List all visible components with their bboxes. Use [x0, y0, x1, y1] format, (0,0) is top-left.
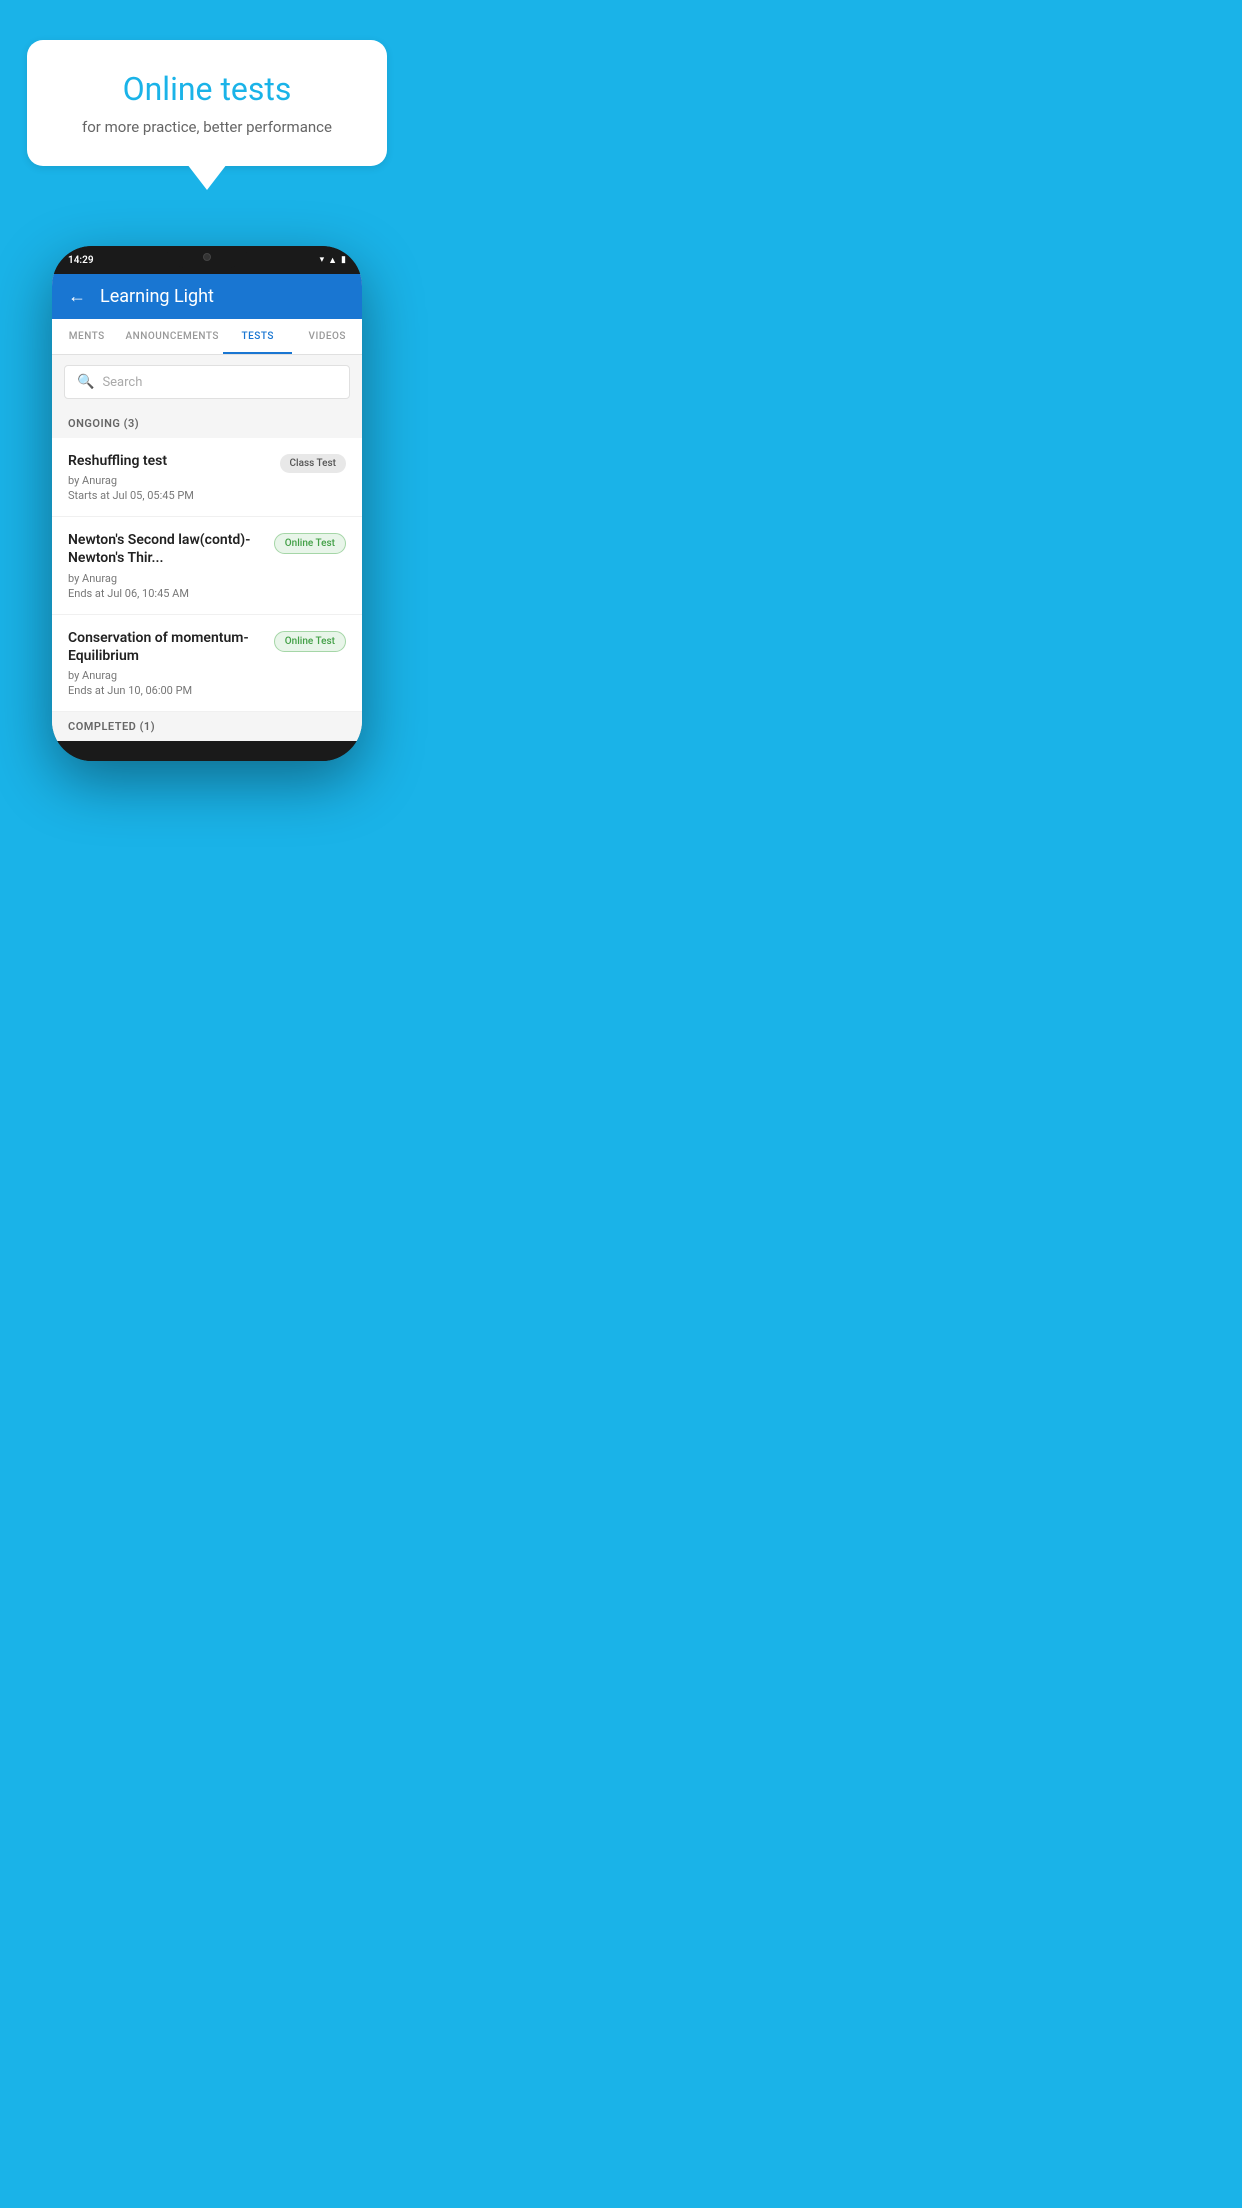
test-badge-online: Online Test [274, 533, 346, 554]
promo-area: Online tests for more practice, better p… [0, 0, 414, 186]
tab-ments[interactable]: MENTS [52, 319, 122, 354]
search-input[interactable]: Search [102, 375, 142, 390]
test-author: by Anurag [68, 474, 270, 487]
bubble-subtitle: for more practice, better performance [67, 118, 347, 136]
tab-tests[interactable]: TESTS [223, 319, 293, 354]
test-date: Ends at Jul 06, 10:45 AM [68, 587, 264, 600]
test-item[interactable]: Reshuffling test by Anurag Starts at Jul… [52, 438, 362, 517]
test-item[interactable]: Conservation of momentum-Equilibrium by … [52, 615, 362, 712]
search-icon: 🔍 [77, 374, 94, 390]
battery-icon: ▮ [341, 255, 346, 265]
phone-bottom [52, 741, 362, 761]
test-badge-online: Online Test [274, 631, 346, 652]
test-date: Ends at Jun 10, 06:00 PM [68, 684, 264, 697]
test-name: Conservation of momentum-Equilibrium [68, 629, 264, 665]
ongoing-section-header: ONGOING (3) [52, 409, 362, 438]
test-date: Starts at Jul 05, 05:45 PM [68, 489, 270, 502]
app-header: ← Learning Light [52, 274, 362, 319]
test-name: Newton's Second law(contd)-Newton's Thir… [68, 531, 264, 567]
tab-videos[interactable]: VIDEOS [292, 319, 362, 354]
test-author: by Anurag [68, 572, 264, 585]
test-name: Reshuffling test [68, 452, 270, 470]
back-button[interactable]: ← [68, 286, 86, 307]
status-time: 14:29 [68, 255, 94, 266]
test-info: Conservation of momentum-Equilibrium by … [68, 629, 274, 697]
bubble-title: Online tests [67, 70, 347, 108]
test-info: Newton's Second law(contd)-Newton's Thir… [68, 531, 274, 599]
test-author: by Anurag [68, 669, 264, 682]
phone-screen: ← Learning Light MENTS ANNOUNCEMENTS TES… [52, 274, 362, 741]
status-icons: ▾ ▲ ▮ [320, 255, 346, 266]
phone: 14:29 ▾ ▲ ▮ ← Learning Light MENTS [52, 246, 362, 761]
phone-notch [167, 246, 247, 268]
phone-wrapper: 14:29 ▾ ▲ ▮ ← Learning Light MENTS [0, 246, 414, 761]
wifi-icon: ▾ [320, 255, 325, 265]
tab-announcements[interactable]: ANNOUNCEMENTS [122, 319, 223, 354]
completed-section-header: COMPLETED (1) [52, 712, 362, 741]
status-bar: 14:29 ▾ ▲ ▮ [52, 246, 362, 274]
test-info: Reshuffling test by Anurag Starts at Jul… [68, 452, 280, 502]
test-badge-class: Class Test [280, 454, 346, 473]
speech-bubble: Online tests for more practice, better p… [27, 40, 387, 166]
search-input-wrapper[interactable]: 🔍 Search [64, 365, 350, 399]
search-bar: 🔍 Search [52, 355, 362, 409]
signal-icon: ▲ [328, 255, 337, 266]
camera-dot [203, 253, 211, 261]
app-title: Learning Light [100, 286, 214, 307]
test-list: Reshuffling test by Anurag Starts at Jul… [52, 438, 362, 712]
tabs-bar: MENTS ANNOUNCEMENTS TESTS VIDEOS [52, 319, 362, 355]
test-item[interactable]: Newton's Second law(contd)-Newton's Thir… [52, 517, 362, 614]
